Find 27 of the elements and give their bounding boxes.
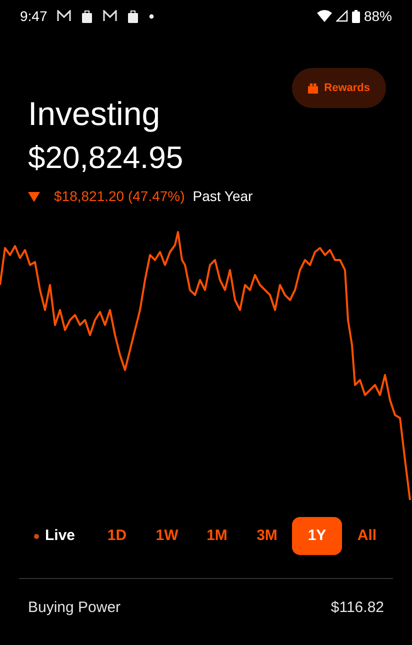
buying-power-label: Buying Power <box>28 598 121 618</box>
rewards-button[interactable]: Rewards <box>292 68 386 108</box>
battery-percent: 88% <box>364 6 392 26</box>
range-tab[interactable]: 1M <box>192 517 242 555</box>
change-period: Past Year <box>192 187 253 206</box>
portfolio-value: $20,824.95 <box>28 139 184 177</box>
live-tab[interactable]: Live <box>34 517 76 555</box>
battery-icon <box>352 10 360 22</box>
dot-icon <box>34 534 39 538</box>
mail-icon <box>57 10 72 22</box>
range-tab[interactable]: 1W <box>142 517 192 555</box>
bag-icon <box>127 10 140 22</box>
change-amount: $18,821.20 (47.47%) <box>54 187 185 206</box>
buying-power-value: $116.82 <box>330 598 384 618</box>
page-title: Investing <box>28 94 162 134</box>
range-tab[interactable]: 3M <box>242 517 292 555</box>
status-time: 9:47 <box>20 6 48 26</box>
wifi-icon <box>316 10 332 22</box>
signal-icon <box>336 10 348 22</box>
mail-icon <box>103 10 118 22</box>
range-tab[interactable]: 1D <box>92 517 142 555</box>
gift-icon <box>308 82 318 94</box>
range-tab[interactable]: All <box>342 517 392 555</box>
dot-icon <box>149 14 154 18</box>
down-triangle-icon <box>28 192 40 202</box>
range-tab[interactable]: 1Y <box>292 517 342 555</box>
bag-icon <box>81 10 94 22</box>
